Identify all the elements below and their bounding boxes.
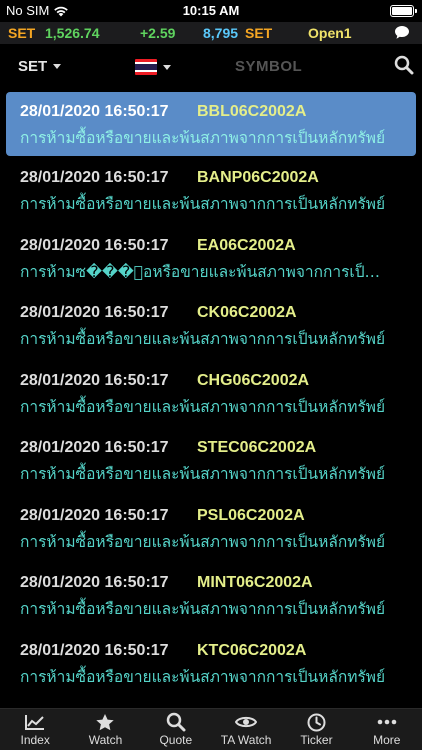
news-row[interactable]: 28/01/2020 16:50:17 KTC06C2002A การห้ามซ… (0, 629, 422, 697)
news-time: 28/01/2020 16:50:17 (20, 103, 169, 120)
news-row[interactable]: 28/01/2020 16:50:17 BANP06C2002A การห้าม… (0, 156, 422, 224)
tab-quote[interactable]: Quote (141, 709, 211, 750)
tab-more[interactable]: More (352, 709, 422, 750)
news-time: 28/01/2020 16:50:17 (20, 439, 169, 456)
filter-toolbar: SET SYMBOL (0, 44, 422, 90)
market-label-2: SET (245, 25, 273, 41)
chevron-down-icon (163, 64, 171, 70)
news-row[interactable]: 28/01/2020 16:50:17 STEC06C2002A การห้าม… (0, 426, 422, 494)
clock-icon (307, 712, 326, 732)
battery-icon (390, 5, 417, 17)
news-message: การห้ามซ���้อหรือขายและพ้นสภาพจากการเป็น… (20, 262, 388, 281)
more-dots-icon (377, 712, 397, 732)
news-message: การห้ามซื้อหรือขายและพ้นสภาพจากการเป็นหล… (20, 129, 386, 147)
chat-bubble-icon[interactable] (394, 25, 410, 43)
clock: 10:15 AM (182, 3, 240, 18)
news-time: 28/01/2020 16:50:17 (20, 574, 169, 591)
tab-ta-watch-label: TA Watch (220, 733, 272, 747)
news-time: 28/01/2020 16:50:17 (20, 304, 169, 321)
news-row[interactable]: 28/01/2020 16:50:17 EA06C2002A การห้ามซ�… (0, 224, 422, 292)
tab-ticker-label: Ticker (300, 733, 333, 747)
news-time: 28/01/2020 16:50:17 (20, 641, 169, 659)
news-row[interactable]: 28/01/2020 16:50:17 BBL06C2002A การห้ามซ… (6, 92, 416, 156)
news-row[interactable]: 28/01/2020 16:50:17 MINT06C2002A การห้าม… (0, 561, 422, 629)
news-message: การห้ามซื้อหรือขายและพ้นสภาพจากการเป็นหล… (20, 330, 386, 348)
session-status: Open1 (308, 25, 352, 41)
search-icon (166, 712, 186, 732)
news-row[interactable]: 28/01/2020 16:50:17 CK06C2002A การห้ามซื… (0, 291, 422, 359)
chevron-down-icon (53, 64, 62, 69)
tab-ta-watch[interactable]: TA Watch (211, 709, 281, 750)
news-symbol: PSL06C2002A (197, 506, 305, 524)
news-row[interactable]: 28/01/2020 16:50:17 CHG06C2002A การห้ามซ… (0, 359, 422, 427)
market-dropdown-label: SET (18, 58, 48, 75)
news-symbol: BANP06C2002A (197, 169, 319, 186)
country-dropdown[interactable] (135, 59, 171, 75)
news-symbol: EA06C2002A (197, 236, 296, 254)
news-message: การห้ามซื้อหรือขายและพ้นสภาพจากการเป็นหล… (20, 465, 386, 483)
bottom-tab-bar: Index Watch Quote TA Watch Ticker More (0, 708, 422, 750)
news-row[interactable]: 28/01/2020 16:50:17 PSL06C2002A การห้ามซ… (0, 494, 422, 562)
news-message: การห้ามซื้อหรือขายและพ้นสภาพจากการเป็นหล… (20, 532, 386, 551)
news-time: 28/01/2020 16:50:17 (20, 236, 169, 254)
news-list: 28/01/2020 16:50:17 BBL06C2002A การห้ามซ… (0, 90, 422, 708)
news-message: การห้ามซื้อหรือขายและพ้นสภาพจากการเป็นหล… (20, 397, 386, 416)
news-time: 28/01/2020 16:50:17 (20, 169, 169, 186)
tab-index[interactable]: Index (0, 709, 70, 750)
news-message: การห้ามซื้อหรือขายและพ้นสภาพจากการเป็นหล… (20, 667, 386, 686)
news-time: 28/01/2020 16:50:17 (20, 506, 169, 524)
tab-more-label: More (373, 733, 401, 747)
news-symbol: STEC06C2002A (197, 439, 317, 456)
market-ticker: SET 1,526.74 +2.59 8,795 SET Open1 (0, 22, 422, 44)
market-label: SET (8, 25, 36, 41)
star-icon (95, 712, 115, 732)
news-symbol: KTC06C2002A (197, 641, 307, 659)
search-icon[interactable] (394, 55, 414, 80)
news-symbol: BBL06C2002A (197, 103, 307, 120)
news-symbol: CK06C2002A (197, 304, 297, 321)
status-bar: No SIM 10:15 AM (0, 0, 422, 22)
news-symbol: MINT06C2002A (197, 574, 313, 591)
tab-watch[interactable]: Watch (70, 709, 140, 750)
market-dropdown[interactable]: SET (18, 58, 62, 75)
news-symbol: CHG06C2002A (197, 371, 310, 389)
tab-index-label: Index (20, 733, 50, 747)
symbol-input[interactable]: SYMBOL (235, 58, 302, 75)
thailand-flag-icon (135, 59, 157, 75)
market-volume: 8,795 (203, 25, 239, 41)
news-time: 28/01/2020 16:50:17 (20, 371, 169, 389)
tab-ticker[interactable]: Ticker (281, 709, 351, 750)
chart-line-icon (24, 712, 46, 732)
news-message: การห้ามซื้อหรือขายและพ้นสภาพจากการเป็นหล… (20, 600, 386, 618)
eye-icon (235, 712, 258, 732)
tab-quote-label: Quote (159, 733, 193, 747)
news-message: การห้ามซื้อหรือขายและพ้นสภาพจากการเป็นหล… (20, 195, 386, 213)
index-change: +2.59 (140, 25, 176, 41)
index-value: 1,526.74 (45, 25, 100, 41)
tab-watch-label: Watch (88, 733, 123, 747)
